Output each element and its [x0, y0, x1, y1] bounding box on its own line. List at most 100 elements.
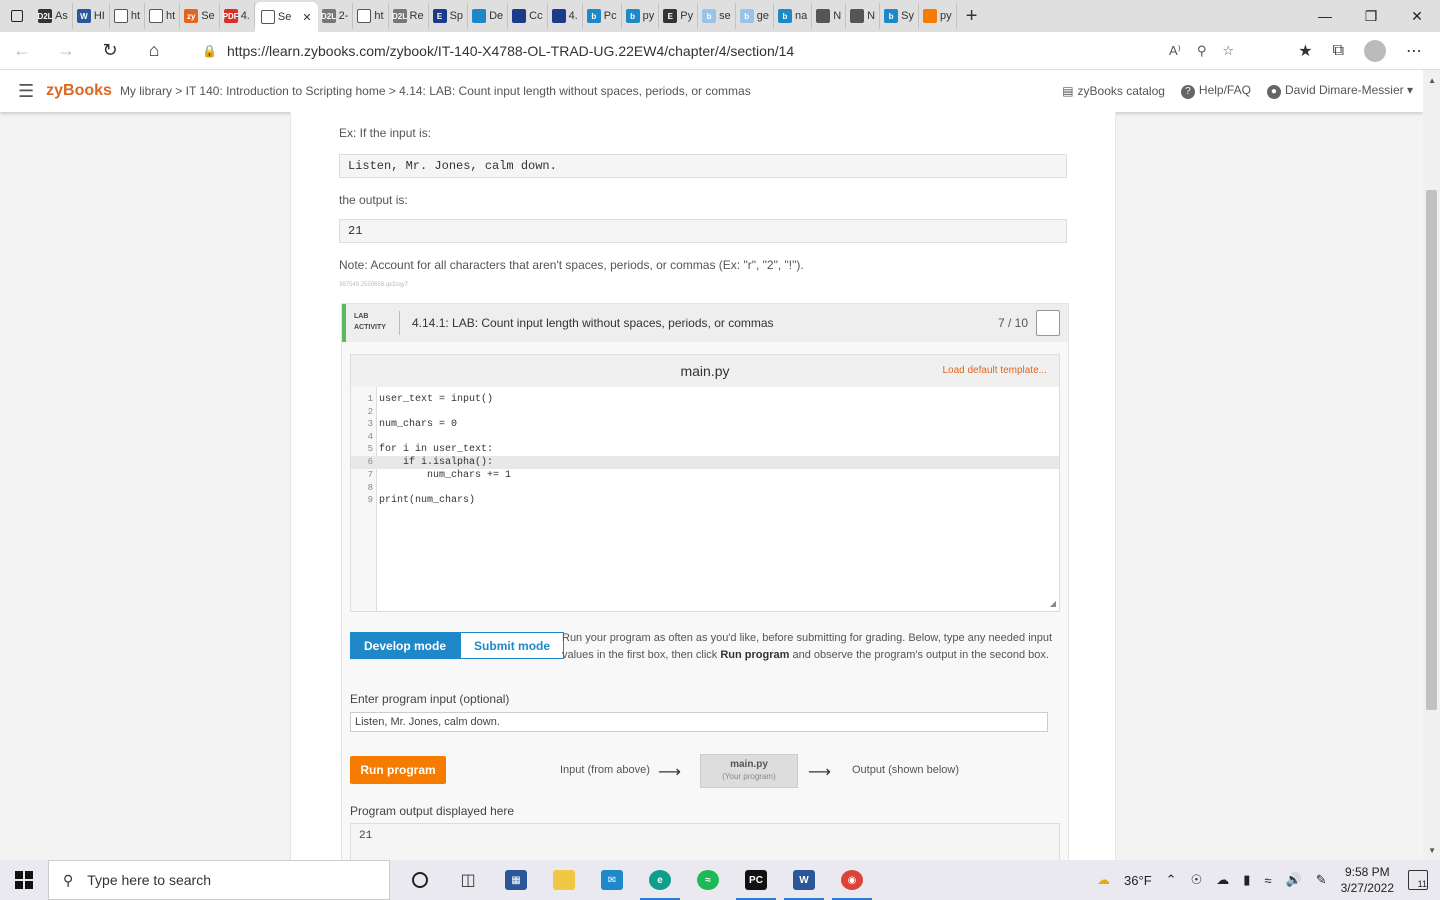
close-tab-icon[interactable]: ✕ [302, 11, 311, 24]
cortana-icon[interactable] [396, 860, 444, 900]
code-line[interactable]: 5 for i in user_text: [351, 443, 1059, 456]
scroll-down-icon[interactable]: ▼ [1428, 846, 1436, 855]
run-program-button[interactable]: Run program [350, 756, 446, 784]
tab-favicon-icon: E [432, 9, 447, 23]
chrome-icon[interactable]: ◉ [828, 860, 876, 900]
wifi-icon[interactable]: ≈ [1264, 873, 1271, 888]
store-icon[interactable]: ▦ [492, 860, 540, 900]
chevron-up-icon[interactable]: ⌃ [1166, 872, 1177, 888]
develop-mode-button[interactable]: Develop mode [350, 632, 461, 659]
browser-tab[interactable]: N [846, 3, 881, 29]
weather-temp[interactable]: 36°F [1124, 873, 1152, 888]
code-line[interactable]: 1 user_text = input() [351, 393, 1059, 406]
home-icon[interactable]: ⌂ [132, 32, 176, 70]
browser-tab[interactable]: ht [110, 3, 146, 29]
browser-tab[interactable]: De [468, 3, 509, 29]
code-line[interactable]: 8 [351, 482, 1059, 494]
menu-icon[interactable]: ☰ [18, 81, 34, 102]
taskbar-search[interactable]: ⚲ Type here to search [48, 860, 390, 900]
browser-tab[interactable]: Se ✕ [254, 2, 318, 32]
program-input-field[interactable] [350, 712, 1048, 732]
code-editor[interactable]: main.py Load default template... 1 user_t… [350, 354, 1060, 612]
flow-input-label: Input (from above) [560, 764, 650, 776]
onedrive-icon[interactable]: ☁ [1216, 872, 1229, 888]
browser-tab[interactable]: PDF 4. [220, 3, 255, 29]
browser-tab[interactable]: W HI [73, 3, 110, 29]
tab-label: 4. [240, 10, 250, 22]
browser-tab[interactable]: N [812, 3, 847, 29]
browser-tab[interactable]: zy Se [180, 3, 220, 29]
battery-icon[interactable]: ▮ [1243, 872, 1250, 888]
refresh-icon[interactable]: ↻ [88, 32, 132, 70]
zybooks-logo[interactable]: zyBooks [46, 82, 112, 100]
browser-tabs: D2L As W HI ht ht zy Se PDF 4. Se ✕ D2L 2- ht D2L Re E Sp D… [34, 0, 957, 32]
user-menu[interactable]: ● David Dimare-Messier ▾ [1266, 83, 1413, 99]
browser-tab[interactable]: b se [698, 3, 736, 29]
favorites-icon[interactable]: ★ [1298, 41, 1312, 61]
zoom-icon[interactable]: ⚲ [1197, 43, 1207, 59]
url-field[interactable]: 🔒 https://learn.zybooks.com/zybook/IT-14… [190, 37, 1248, 65]
clock[interactable]: 9:58 PM 3/27/2022 [1341, 864, 1394, 896]
code-line[interactable]: 9 print(num_chars) [351, 494, 1059, 507]
forward-icon[interactable]: → [44, 32, 88, 70]
settings-more-icon[interactable]: ⋯ [1406, 41, 1422, 61]
file-explorer-icon[interactable] [540, 860, 588, 900]
browser-tab[interactable]: 4. [548, 3, 583, 29]
browser-tab[interactable]: b Sy [880, 3, 919, 29]
browser-tab[interactable]: Cc [508, 3, 548, 29]
add-favorite-icon[interactable]: ☆ [1222, 43, 1234, 59]
browser-tab[interactable]: py [919, 3, 957, 29]
spotify-icon[interactable]: ≈ [684, 860, 732, 900]
close-window-icon[interactable]: ✕ [1394, 0, 1440, 32]
code-line[interactable]: 6 if i.isalpha(): [351, 456, 1059, 469]
tab-label: 2- [338, 10, 349, 22]
pen-icon[interactable]: ✎ [1316, 872, 1327, 888]
browser-tab[interactable]: b na [774, 3, 813, 29]
browser-tab[interactable]: b py [622, 3, 660, 29]
user-icon: ● [1266, 85, 1281, 99]
weather-icon[interactable]: ☁ [1097, 872, 1110, 888]
zybooks-header: ☰ zyBooks My library > IT 140: Introduct… [0, 70, 1423, 112]
browser-tab[interactable]: b Pc [583, 3, 622, 29]
code-line[interactable]: 3 num_chars = 0 [351, 418, 1059, 431]
code-lines[interactable]: 1 user_text = input() 2 3 num_chars = 0 4 5 for… [351, 393, 1059, 507]
read-aloud-icon[interactable]: A⁾ [1169, 43, 1181, 59]
pycharm-icon[interactable]: PC [732, 860, 780, 900]
tab-actions-icon[interactable] [0, 0, 34, 32]
mail-icon[interactable]: ✉ [588, 860, 636, 900]
volume-icon[interactable]: 🔊 [1286, 872, 1302, 888]
start-button[interactable] [0, 860, 48, 900]
resize-handle-icon[interactable]: ◢ [1050, 599, 1056, 608]
back-icon[interactable]: ← [0, 32, 44, 70]
breadcrumb[interactable]: My library > IT 140: Introduction to Scr… [120, 84, 751, 98]
load-template-link[interactable]: Load default template... [942, 355, 1047, 387]
code-line[interactable]: 7 num_chars += 1 [351, 469, 1059, 482]
catalog-link[interactable]: ▤ zyBooks catalog [1062, 84, 1165, 98]
code-line[interactable]: 2 [351, 406, 1059, 418]
browser-tab[interactable]: ht [145, 3, 181, 29]
help-icon: ? [1180, 85, 1195, 99]
scroll-up-icon[interactable]: ▲ [1428, 76, 1436, 85]
edge-icon[interactable]: e [636, 860, 684, 900]
new-tab-button[interactable]: + [957, 5, 987, 28]
collections-icon[interactable]: ⧉ [1333, 42, 1344, 60]
browser-tab[interactable]: E Py [659, 3, 699, 29]
help-link[interactable]: ? Help/FAQ [1180, 83, 1251, 99]
code-line[interactable]: 4 [351, 431, 1059, 443]
notification-icon[interactable]: 11 [1408, 870, 1428, 890]
browser-tab[interactable]: D2L As [34, 3, 73, 29]
browser-tab[interactable]: b ge [736, 3, 774, 29]
browser-tab[interactable]: D2L Re [389, 3, 429, 29]
word-icon[interactable]: W [780, 860, 828, 900]
submit-mode-button[interactable]: Submit mode [460, 632, 565, 659]
browser-tab[interactable]: E Sp [429, 3, 469, 29]
meet-now-icon[interactable]: ☉ [1191, 872, 1203, 888]
scrollbar-thumb[interactable] [1426, 190, 1437, 710]
browser-tab[interactable]: ht [353, 3, 389, 29]
browser-tab[interactable]: D2L 2- [318, 3, 354, 29]
restore-icon[interactable]: ❐ [1348, 0, 1394, 32]
task-view-icon[interactable]: ◫ [444, 860, 492, 900]
minimize-icon[interactable]: — [1302, 0, 1348, 32]
code-text: num_chars += 1 [379, 470, 512, 481]
profile-avatar[interactable] [1364, 40, 1386, 62]
